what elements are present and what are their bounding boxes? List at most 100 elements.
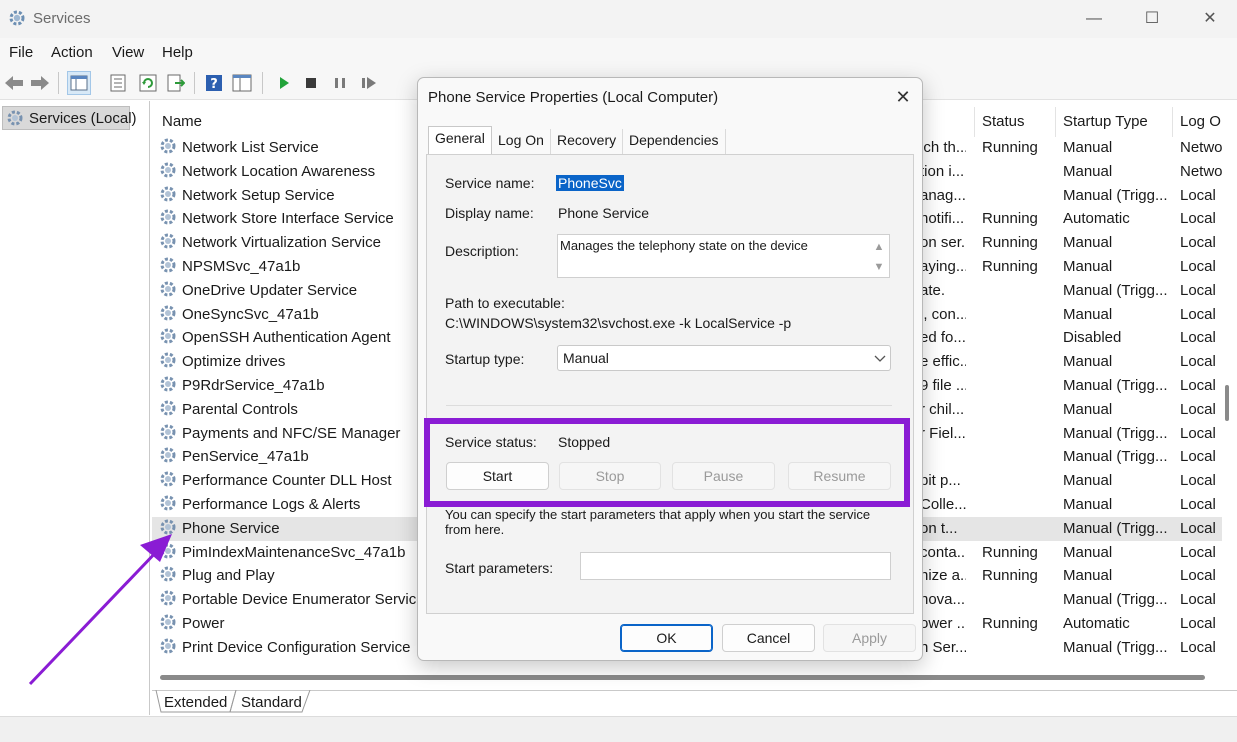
show-hide-icon[interactable]: [230, 71, 254, 95]
service-description-cell: on ser...: [920, 234, 966, 252]
column-header-startup-type[interactable]: Startup Type: [1063, 113, 1148, 130]
service-startup-cell: Manual: [1063, 353, 1113, 371]
startup-type-label: Startup type:: [445, 351, 525, 367]
startup-type-value: Manual: [563, 350, 609, 366]
scroll-down-icon[interactable]: ▼: [872, 261, 886, 273]
ok-button[interactable]: OK: [620, 624, 713, 652]
status-bar: [0, 716, 1237, 742]
close-window-button[interactable]: ✕: [1198, 8, 1222, 30]
minimize-button[interactable]: —: [1082, 8, 1106, 30]
service-description-cell: ich th...: [920, 139, 966, 156]
pause-service-icon[interactable]: [328, 71, 352, 95]
startup-type-select[interactable]: Manual: [557, 345, 891, 371]
service-name-value[interactable]: PhoneSvc: [556, 175, 624, 191]
service-startup-cell: Manual: [1063, 257, 1113, 275]
service-description-cell: ed fo...: [920, 329, 966, 347]
scroll-up-icon[interactable]: ▲: [872, 241, 886, 253]
horizontal-scrollbar-thumb[interactable]: [160, 675, 1205, 680]
display-name-value[interactable]: Phone Service: [558, 205, 649, 221]
service-name-text[interactable]: PhoneSvc: [556, 175, 624, 191]
service-status-cell: Running: [982, 234, 1038, 252]
menu-view[interactable]: View: [112, 44, 144, 61]
service-logon-cell: Local: [1180, 591, 1216, 609]
console-tree-icon[interactable]: [67, 71, 91, 95]
tab-general[interactable]: General: [428, 126, 492, 155]
service-gear-icon: [159, 232, 177, 254]
path-value[interactable]: C:\WINDOWS\system32\svchost.exe -k Local…: [445, 315, 791, 331]
service-startup-cell: Manual: [1063, 234, 1113, 252]
service-gear-icon: [159, 589, 177, 611]
menu-file[interactable]: File: [9, 44, 33, 61]
start-params-note: You can specify the start parameters tha…: [445, 507, 871, 537]
help-icon[interactable]: ?: [202, 71, 226, 95]
service-status-cell: Running: [982, 567, 1038, 585]
service-description-cell: bit p...: [920, 472, 961, 490]
service-logon-cell: Local: [1180, 448, 1216, 466]
column-divider[interactable]: [974, 107, 975, 137]
description-box[interactable]: Manages the telephony state on the devic…: [557, 234, 890, 278]
tab-extended[interactable]: Extended: [164, 694, 227, 711]
menu-action[interactable]: Action: [51, 44, 93, 61]
service-logon-cell: Local: [1180, 376, 1216, 394]
service-description-cell: l, con...: [920, 305, 966, 323]
service-gear-icon: [159, 185, 177, 207]
service-startup-cell: Manual (Trigg...: [1063, 424, 1168, 442]
tab-standard[interactable]: Standard: [241, 694, 302, 711]
tab-dependencies[interactable]: Dependencies: [623, 129, 726, 154]
service-logon-cell: Local: [1180, 638, 1216, 656]
back-arrow-icon[interactable]: [2, 71, 26, 95]
service-gear-icon: [159, 613, 177, 635]
service-startup-cell: Disabled: [1063, 329, 1122, 347]
column-header-name[interactable]: Name: [162, 113, 202, 130]
window-title: Services: [33, 10, 91, 27]
restart-service-icon[interactable]: [357, 71, 381, 95]
maximize-button[interactable]: ☐: [1140, 8, 1164, 30]
service-gear-icon: [159, 399, 177, 421]
service-gear-icon: [159, 542, 177, 564]
tab-log-on[interactable]: Log On: [492, 129, 551, 154]
service-gear-icon: [159, 137, 177, 159]
service-description-cell: ower ...: [920, 614, 966, 632]
service-logon-cell: Local: [1180, 567, 1216, 585]
forward-arrow-icon[interactable]: [28, 71, 52, 95]
services-gear-icon: [9, 10, 25, 26]
service-logon-cell: Netwo: [1180, 139, 1222, 156]
tree-item-services-local[interactable]: Services (Local): [2, 106, 137, 130]
service-logon-cell: Netwo: [1180, 162, 1222, 180]
service-logon-cell: Local: [1180, 281, 1216, 299]
service-startup-cell: Manual: [1063, 472, 1113, 490]
column-header-status[interactable]: Status: [982, 113, 1025, 130]
refresh-icon[interactable]: [136, 71, 160, 95]
apply-button[interactable]: Apply: [823, 624, 916, 652]
service-description-cell: nova...: [920, 591, 966, 609]
column-header-log-on[interactable]: Log O: [1180, 113, 1221, 130]
close-icon[interactable]: ✕: [892, 86, 914, 108]
service-logon-cell: Local: [1180, 234, 1216, 252]
column-divider[interactable]: [1172, 107, 1173, 137]
menu-help[interactable]: Help: [162, 44, 193, 61]
service-description-cell: ate.: [920, 281, 946, 299]
service-logon-cell: Local: [1180, 495, 1216, 513]
vertical-scrollbar-thumb[interactable]: [1225, 385, 1229, 421]
column-divider[interactable]: [1055, 107, 1056, 137]
export-list-icon[interactable]: [164, 71, 188, 95]
service-logon-cell: Local: [1180, 614, 1216, 632]
service-startup-cell: Manual (Trigg...: [1063, 591, 1168, 609]
service-status-cell: Running: [982, 257, 1038, 275]
cancel-button[interactable]: Cancel: [722, 624, 815, 652]
toolbar-separator: [194, 72, 195, 94]
properties-icon[interactable]: [106, 71, 130, 95]
service-logon-cell: Local: [1180, 519, 1216, 537]
service-logon-cell: Local: [1180, 186, 1216, 204]
service-description-cell: Colle...: [920, 495, 966, 513]
service-startup-cell: Manual: [1063, 495, 1113, 513]
service-logon-cell: Local: [1180, 210, 1216, 228]
start-service-icon[interactable]: [272, 71, 296, 95]
service-status-cell: Running: [982, 210, 1038, 228]
tab-recovery[interactable]: Recovery: [551, 129, 624, 154]
stop-service-icon[interactable]: [299, 71, 323, 95]
start-parameters-input[interactable]: [580, 552, 891, 580]
service-gear-icon: [159, 256, 177, 278]
display-name-label: Display name:: [445, 205, 534, 221]
service-description-cell: n Ser...: [920, 638, 966, 656]
